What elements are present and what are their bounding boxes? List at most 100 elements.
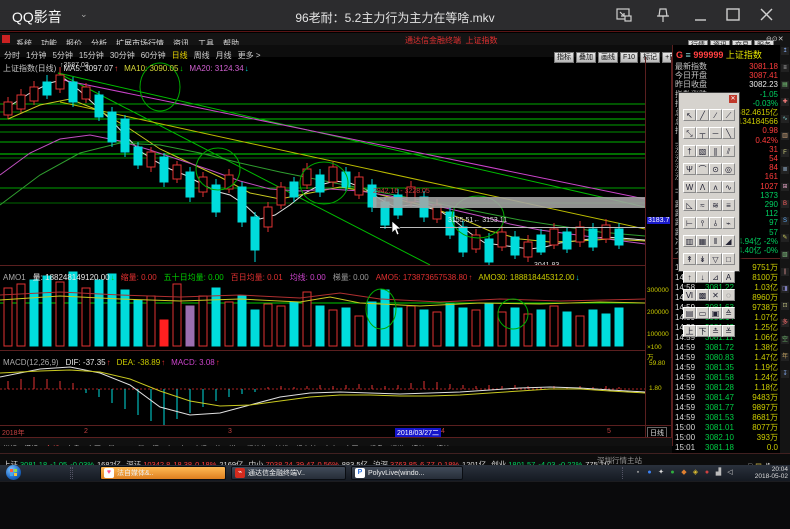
strip-icon-4[interactable]: ∿ (781, 115, 789, 123)
draw-tool-39[interactable]: A (722, 271, 735, 283)
draw-tool-22[interactable]: ≋ (709, 199, 722, 211)
minimize-icon[interactable] (690, 4, 712, 26)
strip-icon-16[interactable]: 多 (781, 319, 789, 327)
draw-tool-28[interactable]: ▥ (683, 235, 696, 247)
strip-icon-14[interactable]: ◨ (781, 285, 789, 293)
draw-tool-20[interactable]: ◺ (683, 199, 696, 211)
draw-tool-25[interactable]: ⫯ (696, 217, 709, 229)
strip-icon-18[interactable]: 年 (781, 353, 789, 361)
player-titlebar[interactable]: QQ影音 ⌄ 96老耐：5.2主力行为主力在等啥.mkv (0, 0, 790, 30)
tray-icon-8[interactable]: ◁ (725, 468, 735, 478)
strip-icon-5[interactable]: ▥ (781, 132, 789, 140)
draw-tool-23[interactable]: ≡ (722, 199, 735, 211)
tray-icon-0[interactable]: ▪ (633, 468, 643, 478)
draw-tool-32[interactable]: ↟ (683, 253, 696, 265)
strip-icon-12[interactable]: ▧ (781, 251, 789, 259)
start-button[interactable] (6, 465, 21, 480)
draw-tool-46[interactable]: ▣ (709, 307, 722, 319)
tray-icon-1[interactable]: ● (645, 468, 655, 478)
strip-icon-6[interactable]: F (781, 149, 789, 157)
draw-tool-30[interactable]: ⫴ (709, 235, 722, 247)
draw-tool-41[interactable]: ▩ (696, 289, 709, 301)
taskbar-grip[interactable] (70, 467, 73, 479)
draw-tool-9[interactable]: ▧ (696, 145, 709, 157)
draw-tool-17[interactable]: Λ (696, 181, 709, 193)
draw-tool-11[interactable]: ⫽ (722, 145, 735, 157)
highlight-band[interactable] (373, 197, 645, 208)
strip-icon-9[interactable]: B (781, 200, 789, 208)
draw-tool-14[interactable]: ⊙ (709, 163, 722, 175)
main-chart[interactable]: 上证指数(日线)MA5: 3097.07↑MA10: 3090.05↓MA20:… (0, 57, 645, 265)
draw-tool-44[interactable]: ▤ (683, 307, 696, 319)
draw-tool-29[interactable]: ▦ (696, 235, 709, 247)
draw-tool-31[interactable]: ◢ (722, 235, 735, 247)
strip-icon-8[interactable]: ⊞ (781, 183, 789, 191)
draw-tool-10[interactable]: ∥ (709, 145, 722, 157)
volume-panel[interactable]: AMO1量: 188248149120.00↓缩量: 0.00五十日均量: 0.… (0, 265, 645, 350)
draw-tool-50[interactable]: ≛ (709, 325, 722, 337)
draw-tool-1[interactable]: ╱ (696, 109, 709, 121)
strip-icon-2[interactable]: ▤ (781, 81, 789, 89)
maximize-icon[interactable] (722, 4, 744, 26)
draw-tool-45[interactable]: ▭ (696, 307, 709, 319)
tdx-window-controls[interactable]: ⊖⊙✕ (766, 35, 784, 43)
draw-tool-0[interactable]: ↖ (683, 109, 696, 121)
draw-tool-5[interactable]: ┬ (696, 127, 709, 139)
draw-tool-51[interactable]: ≚ (722, 325, 735, 337)
draw-tool-49[interactable]: 下 (696, 325, 709, 337)
draw-tool-48[interactable]: 上 (683, 325, 696, 337)
strip-icon-15[interactable]: ⊡ (781, 302, 789, 310)
draw-tool-43[interactable]: ◌ (722, 289, 735, 301)
taskbar-app-1[interactable]: ⌁通达信金融终端V.. (231, 466, 346, 480)
draw-tool-47[interactable]: ≙ (722, 307, 735, 319)
draw-tool-34[interactable]: ▽ (709, 253, 722, 265)
strip-icon-17[interactable]: 空 (781, 336, 789, 344)
draw-tool-16[interactable]: W (683, 181, 696, 193)
strip-icon-7[interactable]: ≣ (781, 166, 789, 174)
draw-tool-37[interactable]: ↓ (696, 271, 709, 283)
symbol-row[interactable]: G ≡ 999999 上证指数 (676, 48, 762, 61)
tray-clock[interactable]: 20:042018-05-02 (742, 466, 788, 480)
draw-tool-21[interactable]: ≈ (696, 199, 709, 211)
draw-tool-15[interactable]: ◎ (722, 163, 735, 175)
draw-tool-38[interactable]: ⊿ (709, 271, 722, 283)
strip-icon-11[interactable]: ✎ (781, 234, 789, 242)
draw-tool-2[interactable]: ∕ (709, 109, 722, 121)
tray-icon-5[interactable]: ◈ (691, 468, 701, 478)
draw-tool-19[interactable]: ∿ (722, 181, 735, 193)
draw-tool-18[interactable]: ᴧ (709, 181, 722, 193)
strip-icon-1[interactable]: ≡ (781, 64, 789, 72)
tray-icon-3[interactable]: ● (668, 468, 678, 478)
draw-tool-40[interactable]: Ⅵ (683, 289, 696, 301)
draw-tool-3[interactable]: ⟋ (722, 109, 735, 121)
video-content[interactable]: 系统功能报价分析扩展市场行情资讯工具帮助 通达信金融终端 上证指数 行情资讯交易… (0, 30, 790, 481)
draw-tool-27[interactable]: ⌁ (722, 217, 735, 229)
draw-tool-42[interactable]: ✕ (709, 289, 722, 301)
draw-tool-6[interactable]: ─ (709, 127, 722, 139)
close-icon[interactable] (756, 4, 778, 26)
strip-icon-13[interactable]: ∥ (781, 268, 789, 276)
tray-icon-4[interactable]: ◆ (679, 468, 689, 478)
draw-tool-33[interactable]: ↡ (696, 253, 709, 265)
draw-tool-36[interactable]: ↑ (683, 271, 696, 283)
pin-icon[interactable] (652, 4, 674, 26)
tray-icon-2[interactable]: ✦ (656, 468, 666, 478)
taskbar-app-0[interactable]: ♥法自媒体&.. (100, 466, 226, 480)
draw-tool-26[interactable]: ⫰ (709, 217, 722, 229)
draw-tool-35[interactable]: □ (722, 253, 735, 265)
draw-tool-4[interactable]: ⤡ (683, 127, 696, 139)
draw-tool-7[interactable]: ╲ (722, 127, 735, 139)
draw-tool-12[interactable]: Ψ (683, 163, 696, 175)
taskbar-app-2[interactable]: PPolyvLive(windo... (351, 466, 463, 480)
close-icon[interactable]: ✕ (729, 95, 737, 103)
draw-tool-8[interactable]: † (683, 145, 696, 157)
macd-panel[interactable]: MACD(12,26,9)DIF: -37.35↑DEA: -38.89↑MAC… (0, 350, 645, 425)
tray-icon-7[interactable]: ▟ (714, 468, 724, 478)
draw-tool-24[interactable]: ⊢ (683, 217, 696, 229)
draw-toolbar-window[interactable]: ✕ ↖╱∕⟋⤡┬─╲†▧∥⫽Ψ⌒⊙◎WΛᴧ∿◺≈≋≡⊢⫯⫰⌁▥▦⫴◢↟↡▽□↑↓… (678, 92, 740, 272)
mini-mode-icon[interactable] (613, 4, 635, 26)
strip-icon-10[interactable]: S (781, 217, 789, 225)
strip-icon-19[interactable]: ↧ (781, 370, 789, 378)
strip-icon-0[interactable]: ↥ (781, 47, 789, 55)
tray-icon-6[interactable]: ● (702, 468, 712, 478)
